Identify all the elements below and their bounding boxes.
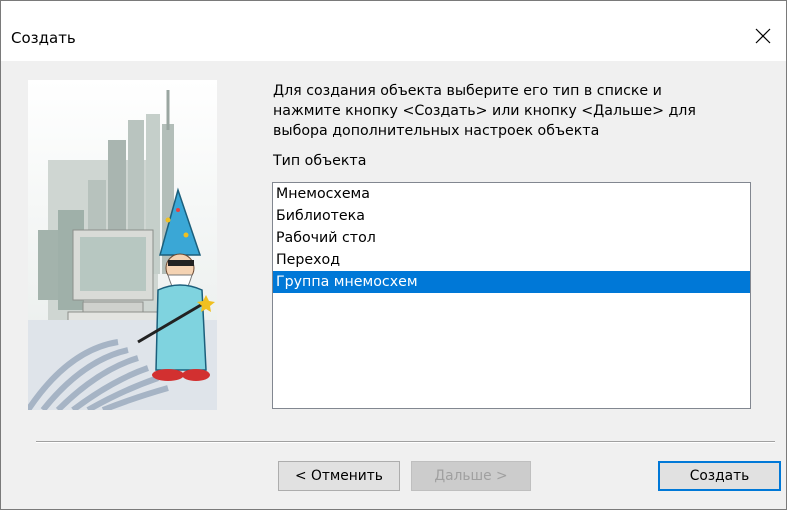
separator xyxy=(36,441,775,443)
title-bar: Создать xyxy=(1,1,786,61)
cancel-button[interactable]: < Отменить xyxy=(278,461,400,491)
window-title: Создать xyxy=(11,29,76,47)
object-type-list[interactable]: Мнемосхема Библиотека Рабочий стол Перех… xyxy=(272,182,751,409)
wizard-illustration xyxy=(28,80,217,410)
instructions-text: Для создания объекта выберите его тип в … xyxy=(273,81,763,141)
object-type-label: Тип объекта xyxy=(273,153,367,169)
instructions-line: выбора дополнительных настроек объекта xyxy=(273,123,600,139)
list-item-selected[interactable]: Группа мнемосхем xyxy=(273,271,750,293)
list-item[interactable]: Библиотека xyxy=(273,205,750,227)
list-item[interactable]: Мнемосхема xyxy=(273,183,750,205)
dialog-body: Для создания объекта выберите его тип в … xyxy=(1,61,786,509)
list-item[interactable]: Рабочий стол xyxy=(273,227,750,249)
close-button[interactable] xyxy=(746,19,780,53)
create-dialog: Создать Для создания объекта выберите ег… xyxy=(0,0,787,510)
create-button[interactable]: Создать xyxy=(658,461,781,491)
instructions-line: Для создания объекта выберите его тип в … xyxy=(273,83,662,99)
next-button[interactable]: Дальше > xyxy=(411,461,531,491)
close-icon xyxy=(755,28,771,44)
instructions-line: нажмите кнопку <Создать> или кнопку <Дал… xyxy=(273,103,696,119)
list-item[interactable]: Переход xyxy=(273,249,750,271)
